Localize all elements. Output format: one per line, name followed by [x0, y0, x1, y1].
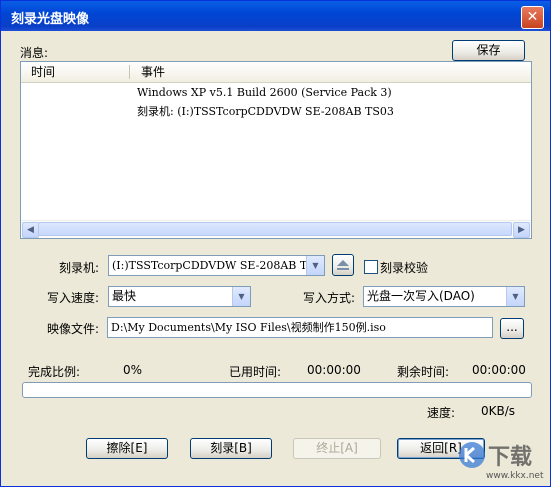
erase-button[interactable]: 擦除[E]	[86, 438, 168, 459]
speed-status-value: 0KB/s	[481, 404, 516, 418]
list-item[interactable]: Windows XP v5.1 Build 2600 (Service Pack…	[137, 86, 392, 99]
chevron-down-icon[interactable]: ▼	[306, 256, 324, 275]
burn-image-dialog: 刻录光盘映像 ✕ 消息: 保存 时间 事件 Windows XP v5.1 Bu…	[0, 0, 551, 487]
burn-button[interactable]: 刻录[B]	[190, 438, 272, 459]
title-bar[interactable]: 刻录光盘映像 ✕	[1, 1, 550, 31]
verify-checkbox[interactable]	[364, 260, 378, 274]
list-item[interactable]: 刻录机: (I:)TSSTcorpCDDVDW SE-208AB TS03	[137, 103, 394, 119]
column-time[interactable]: 时间	[31, 62, 55, 82]
list-header: 时间 事件	[21, 62, 531, 83]
burner-select[interactable]: (I:)TSSTcorpCDDVDW SE-208AB TS03 ▼	[108, 255, 325, 276]
chevron-down-icon[interactable]: ▼	[232, 287, 250, 306]
percent-label: 完成比例:	[28, 365, 81, 379]
verify-label: 刻录校验	[380, 261, 429, 275]
speed-status-label: 速度:	[427, 406, 456, 420]
speed-select[interactable]: 最快 ▼	[108, 286, 251, 307]
column-event[interactable]: 事件	[141, 62, 165, 82]
chevron-down-icon[interactable]: ▼	[506, 287, 524, 306]
column-divider	[129, 65, 130, 79]
elapsed-label: 已用时间:	[229, 365, 282, 379]
watermark-logo: 下载 www.kkx.net	[456, 429, 550, 486]
image-file-label: 映像文件:	[47, 322, 100, 336]
mode-label: 写入方式:	[303, 291, 356, 305]
remaining-label: 剩余时间:	[397, 365, 450, 379]
remaining-value: 00:00:00	[472, 363, 526, 377]
elapsed-value: 00:00:00	[307, 363, 361, 377]
scroll-thumb[interactable]	[38, 222, 512, 236]
close-button[interactable]: ✕	[521, 6, 544, 29]
eject-icon	[337, 260, 349, 270]
message-list[interactable]: 时间 事件 Windows XP v5.1 Build 2600 (Servic…	[20, 61, 532, 239]
percent-value: 0%	[123, 363, 143, 377]
watermark-url: www.kkx.net	[486, 471, 544, 481]
mode-select[interactable]: 光盘一次写入(DAO) ▼	[363, 286, 525, 307]
messages-label: 消息:	[20, 46, 49, 60]
eject-button[interactable]	[332, 254, 354, 276]
progress-bar	[22, 382, 532, 398]
image-file-field[interactable]: D:\My Documents\My ISO Files\视频制作150例.is…	[107, 317, 493, 338]
horizontal-scrollbar[interactable]: ◀ ▶	[21, 220, 531, 238]
window-title: 刻录光盘映像	[11, 12, 90, 27]
scroll-left-icon[interactable]: ◀	[22, 222, 39, 238]
stop-button[interactable]: 终止[A]	[293, 438, 381, 459]
watermark-text: 下载	[488, 445, 533, 470]
speed-label: 写入速度:	[47, 291, 100, 305]
browse-button[interactable]: ...	[500, 318, 524, 339]
scroll-right-icon[interactable]: ▶	[513, 222, 530, 238]
save-button[interactable]: 保存	[452, 40, 525, 61]
burner-label: 刻录机:	[59, 261, 100, 275]
